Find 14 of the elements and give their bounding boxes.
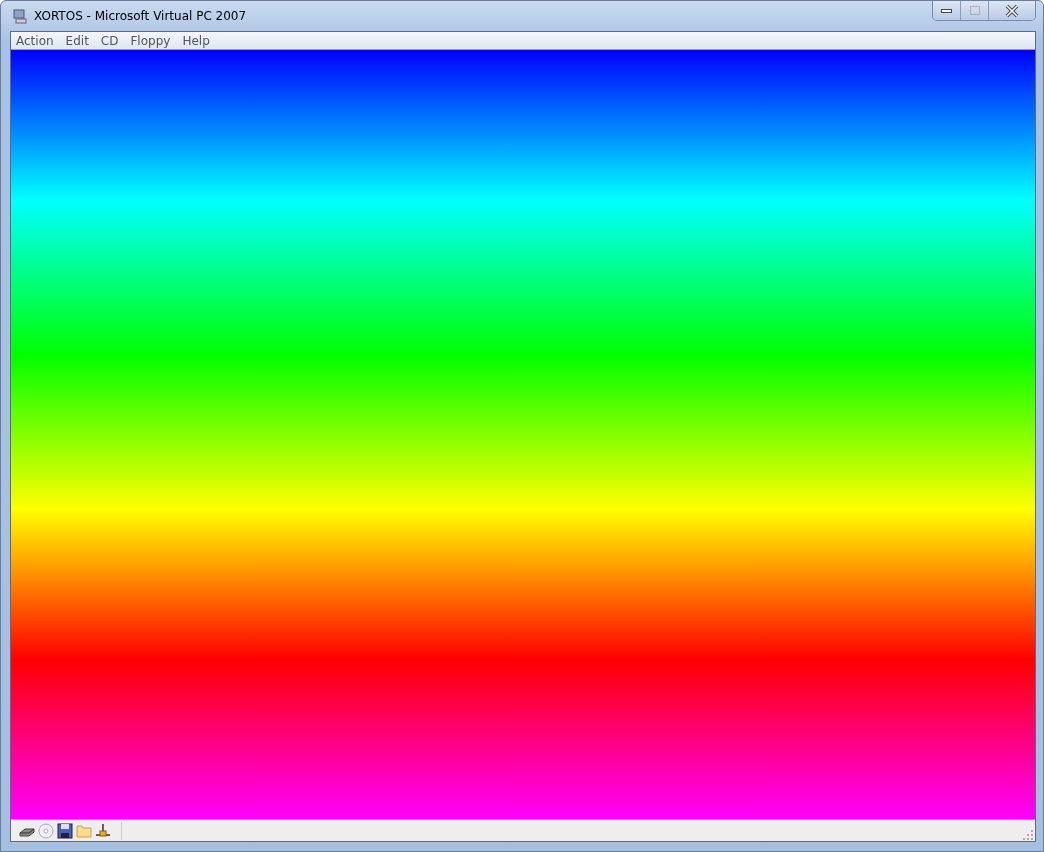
close-button[interactable]: [988, 1, 1035, 20]
network-icon[interactable]: [95, 822, 111, 839]
minimize-button[interactable]: [933, 1, 960, 20]
computer-icon: [12, 8, 28, 24]
resize-grip-icon[interactable]: [1023, 830, 1033, 840]
window-title: XORTOS - Microsoft Virtual PC 2007: [34, 9, 248, 23]
menu-item[interactable]: Help: [182, 33, 210, 48]
menu-item[interactable]: Edit: [65, 33, 89, 48]
minimize-icon: [941, 8, 952, 13]
maximize-icon: [969, 6, 980, 15]
close-icon: [1005, 3, 1019, 18]
menu-item[interactable]: Floppy: [130, 33, 171, 48]
menu-item[interactable]: Action: [16, 33, 54, 48]
menu-item[interactable]: CD: [100, 33, 119, 48]
